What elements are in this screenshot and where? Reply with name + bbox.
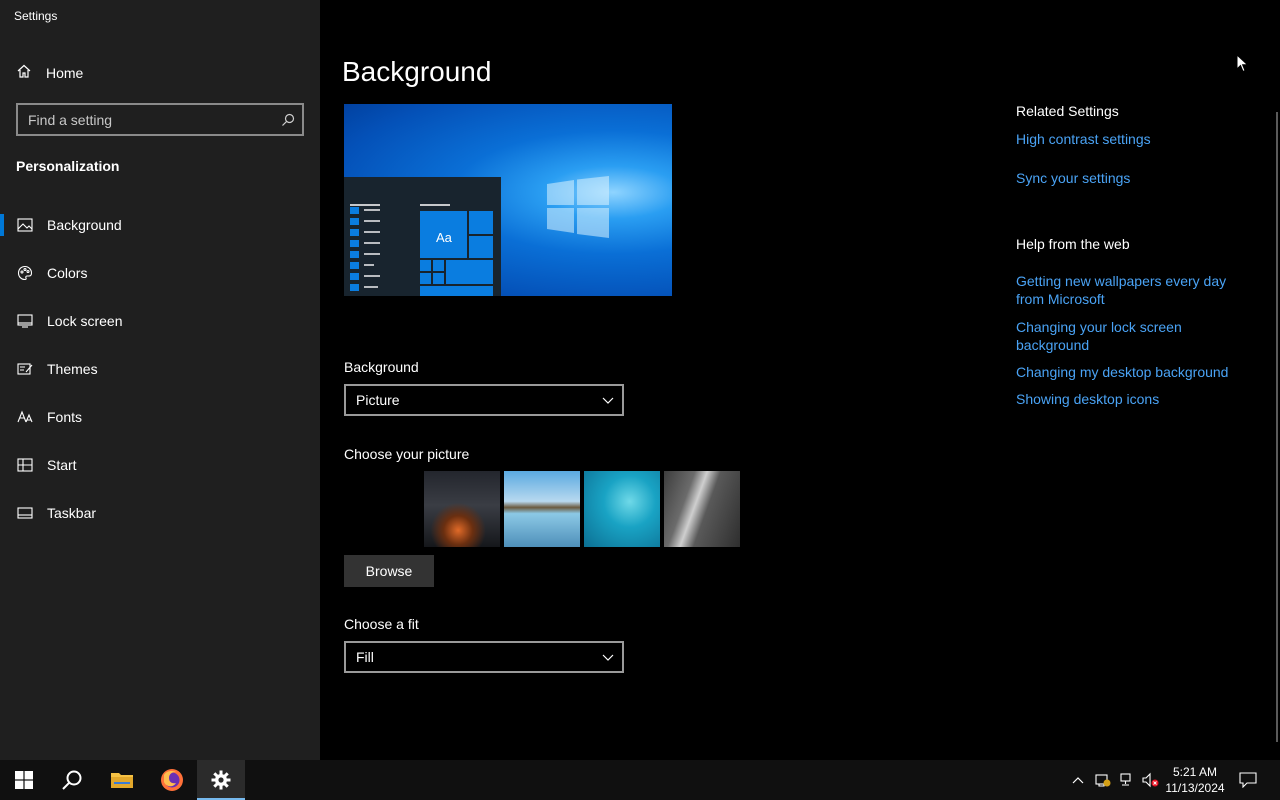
chevron-up-icon <box>1072 777 1084 784</box>
browse-button[interactable]: Browse <box>344 555 434 587</box>
sidebar: Home Personalization Background Colors L… <box>0 0 320 760</box>
home-label: Home <box>46 65 84 81</box>
firefox-button[interactable] <box>148 760 196 800</box>
chevron-down-icon <box>602 392 614 408</box>
help-link-desktop-background[interactable]: Changing my desktop background <box>1016 363 1246 381</box>
help-link-wallpapers[interactable]: Getting new wallpapers every day from Mi… <box>1016 272 1246 308</box>
picture-thumbnail[interactable] <box>664 471 740 547</box>
volume-muted-icon <box>1142 772 1159 788</box>
sidebar-item-label: Themes <box>47 361 98 377</box>
help-link-desktop-icons[interactable]: Showing desktop icons <box>1016 390 1246 408</box>
picture-thumbnail[interactable] <box>584 471 660 547</box>
related-settings-heading: Related Settings <box>1016 103 1119 119</box>
fit-label: Choose a fit <box>344 616 419 632</box>
preview-sample-text: Aa <box>436 230 452 245</box>
main-content: Background Aa Background Picture Choose … <box>320 0 1280 760</box>
sidebar-item-fonts[interactable]: Fonts <box>0 393 320 441</box>
preview-start-menu <box>344 177 501 296</box>
taskbar-icon <box>16 504 34 522</box>
notification-icon <box>1239 772 1257 788</box>
lock-screen-icon <box>16 312 34 330</box>
search-box[interactable] <box>16 103 304 136</box>
file-explorer-button[interactable] <box>98 760 146 800</box>
page-title: Background <box>342 56 492 87</box>
sync-settings-link[interactable]: Sync your settings <box>1016 169 1246 187</box>
sidebar-item-start[interactable]: Start <box>0 441 320 489</box>
volume-tray-button[interactable] <box>1140 760 1162 800</box>
home-icon <box>16 63 32 84</box>
taskbar: 5:21 AM 11/13/2024 <box>0 760 1280 800</box>
action-center-button[interactable] <box>1234 760 1262 800</box>
sidebar-item-taskbar[interactable]: Taskbar <box>0 489 320 537</box>
taskbar-search-button[interactable] <box>48 760 96 800</box>
sidebar-item-label: Colors <box>47 265 88 281</box>
background-dropdown[interactable]: Picture <box>344 384 624 416</box>
picture-thumbnail[interactable] <box>504 471 580 547</box>
sidebar-item-colors[interactable]: Colors <box>0 249 320 297</box>
scrollbar[interactable] <box>1276 112 1278 742</box>
sidebar-item-themes[interactable]: Themes <box>0 345 320 393</box>
image-icon <box>16 216 34 234</box>
mouse-cursor-icon <box>1236 54 1249 73</box>
start-icon <box>16 456 34 474</box>
folder-icon <box>111 773 133 788</box>
palette-icon <box>16 264 34 282</box>
chevron-down-icon <box>602 649 614 665</box>
sidebar-item-background[interactable]: Background <box>0 201 320 249</box>
sidebar-item-label: Taskbar <box>47 505 97 521</box>
background-dropdown-value: Picture <box>356 392 400 408</box>
sidebar-nav: Background Colors Lock screen Themes Fon… <box>0 201 320 537</box>
sidebar-item-lock-screen[interactable]: Lock screen <box>0 297 320 345</box>
help-heading: Help from the web <box>1016 236 1130 252</box>
fonts-icon <box>16 408 34 426</box>
window-title: Settings <box>14 9 58 23</box>
windows-logo-icon <box>547 176 609 238</box>
fit-dropdown-value: Fill <box>356 649 374 665</box>
fit-dropdown[interactable]: Fill <box>344 641 624 673</box>
home-link[interactable]: Home <box>16 62 83 84</box>
high-contrast-link[interactable]: High contrast settings <box>1016 130 1246 148</box>
choose-picture-label: Choose your picture <box>344 446 470 462</box>
desktop-preview: Aa <box>344 104 672 296</box>
search-icon <box>62 770 82 790</box>
picture-thumbnail[interactable] <box>424 471 500 547</box>
themes-icon <box>16 360 34 378</box>
search-input[interactable] <box>18 105 274 134</box>
section-title: Personalization <box>16 158 120 174</box>
help-link-lock-screen[interactable]: Changing your lock screen background <box>1016 318 1246 354</box>
sidebar-item-label: Background <box>47 217 122 233</box>
firefox-icon <box>161 769 183 791</box>
settings-taskbar-button[interactable] <box>197 760 245 800</box>
background-label: Background <box>344 359 419 375</box>
clock-time: 5:21 AM <box>1172 765 1218 779</box>
gear-icon <box>211 770 231 790</box>
network-tray-button[interactable] <box>1116 760 1138 800</box>
windows-start-icon <box>15 771 33 789</box>
shield-warning-icon <box>1095 774 1111 787</box>
clock-date: 11/13/2024 <box>1165 781 1225 795</box>
network-icon <box>1120 773 1131 786</box>
security-tray-button[interactable] <box>1092 760 1114 800</box>
search-icon[interactable] <box>274 113 302 127</box>
show-hidden-icons-button[interactable] <box>1068 760 1088 800</box>
sidebar-item-label: Start <box>47 457 77 473</box>
sidebar-item-label: Lock screen <box>47 313 123 329</box>
picture-thumbnails <box>424 471 740 547</box>
clock[interactable]: 5:21 AM 11/13/2024 <box>1160 764 1230 796</box>
sidebar-item-label: Fonts <box>47 409 83 425</box>
start-button[interactable] <box>0 760 48 800</box>
